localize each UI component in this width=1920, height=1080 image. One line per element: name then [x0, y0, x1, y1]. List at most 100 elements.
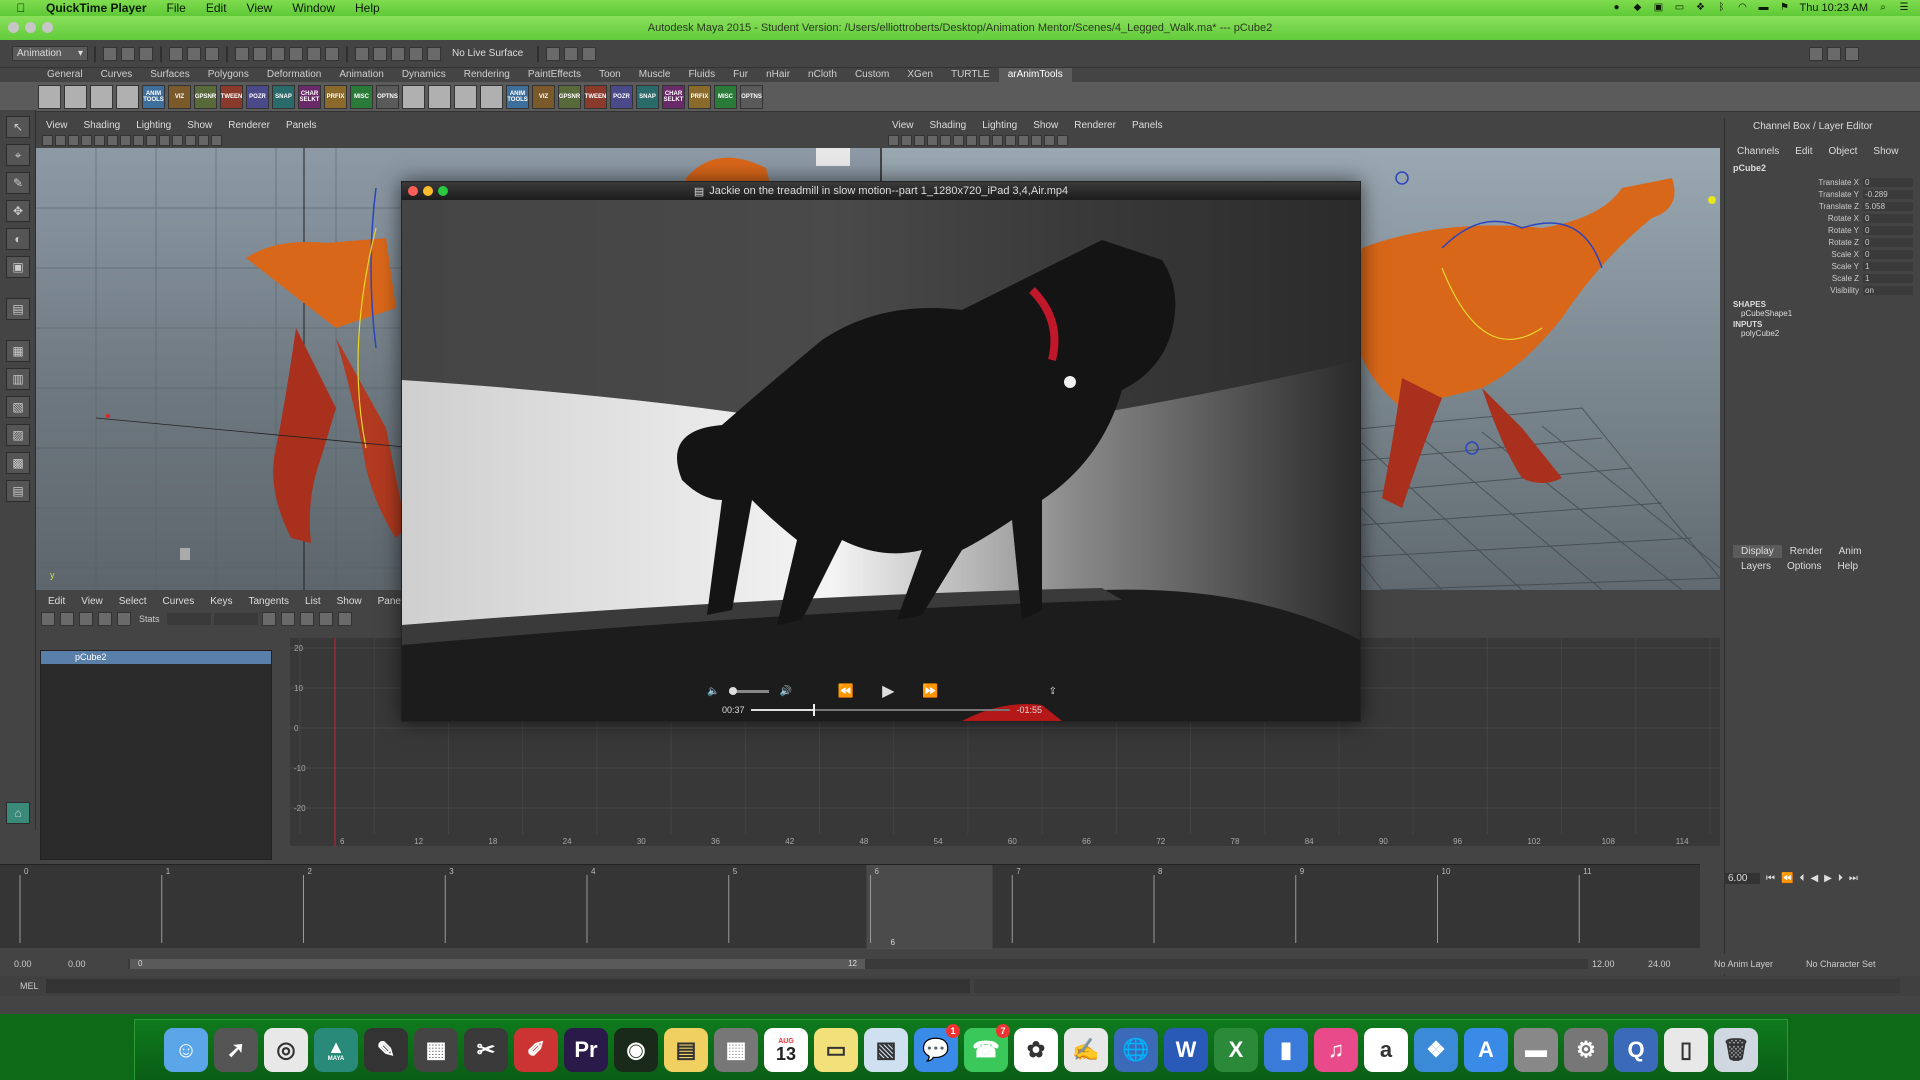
viewport-menu-show[interactable]: Show: [179, 120, 220, 132]
layout-outliner-icon[interactable]: ▨: [6, 424, 30, 446]
channel-row[interactable]: Visibility on: [1725, 284, 1920, 296]
layer-menu-help[interactable]: Help: [1829, 560, 1866, 573]
shelf-button-tween[interactable]: TWEEN: [220, 84, 243, 109]
live-surface-label[interactable]: No Live Surface: [452, 48, 523, 59]
channel-menu-show[interactable]: Show: [1865, 146, 1906, 160]
shelf-tab-toon[interactable]: Toon: [590, 68, 630, 82]
input-node[interactable]: polyCube2: [1725, 329, 1920, 338]
frame-all-icon[interactable]: [261, 612, 276, 626]
shelf-button-snap[interactable]: SNAP: [636, 84, 659, 109]
shelf-tool-icon[interactable]: [64, 84, 87, 109]
shelf-button-misc[interactable]: MISC: [714, 84, 737, 109]
shelf-tab-dynamics[interactable]: Dynamics: [393, 68, 455, 82]
tool-settings-icon[interactable]: [582, 46, 597, 61]
dock-stickies-icon[interactable]: ▭: [814, 1028, 858, 1072]
shelf-button-anim-tools[interactable]: ANIM TOOLS: [506, 84, 529, 109]
wireframe-icon[interactable]: [966, 134, 977, 146]
dock-chrome-icon[interactable]: ◎: [264, 1028, 308, 1072]
viewport-menu-renderer[interactable]: Renderer: [1066, 120, 1124, 132]
film-gate-icon[interactable]: [940, 134, 951, 146]
layout-single-icon[interactable]: ▤: [6, 298, 30, 320]
play-button[interactable]: ▶: [882, 681, 894, 701]
rewind-button[interactable]: ⏪: [838, 683, 854, 699]
go-end-icon[interactable]: ⏭: [1849, 873, 1858, 884]
move-key-icon[interactable]: [41, 612, 55, 626]
textured-icon[interactable]: [992, 134, 1003, 146]
shelf-tab-aranimtools[interactable]: arAnimTools: [998, 68, 1072, 82]
menu-file[interactable]: File: [157, 1, 196, 15]
shelf-tab-fur[interactable]: Fur: [724, 68, 757, 82]
dock-preview-icon[interactable]: ▧: [864, 1028, 908, 1072]
close-button[interactable]: [408, 186, 418, 196]
end-time[interactable]: 24.00: [1648, 959, 1671, 969]
lattice-icon[interactable]: [79, 612, 93, 626]
render-icon[interactable]: [373, 46, 387, 61]
dock-camera-icon[interactable]: ◉: [614, 1028, 658, 1072]
film-gate-icon[interactable]: [94, 134, 105, 146]
viewport-menu-shading[interactable]: Shading: [922, 120, 975, 132]
shelf-button-snap[interactable]: SNAP: [272, 84, 295, 109]
menu-edit[interactable]: Edit: [196, 1, 237, 15]
time-slider[interactable]: 0 1 2 3 4 5 6 7 8 9 10 11 6: [0, 864, 1700, 949]
layer-tab-anim[interactable]: Anim: [1831, 545, 1870, 558]
channel-row[interactable]: Rotate X 0: [1725, 212, 1920, 224]
channel-row[interactable]: Translate X 0: [1725, 176, 1920, 188]
viewport-menu-show[interactable]: Show: [1025, 120, 1066, 132]
dock-excel-icon[interactable]: X: [1214, 1028, 1258, 1072]
channel-value[interactable]: 5.058: [1863, 201, 1913, 211]
input-line-icon[interactable]: [546, 46, 561, 61]
minimize-button[interactable]: [25, 22, 36, 33]
dock-dropbox-icon[interactable]: ❖: [1414, 1028, 1458, 1072]
shelf-button-misc[interactable]: MISC: [350, 84, 373, 109]
select-component-icon[interactable]: [205, 46, 219, 61]
viewport-menu-panels[interactable]: Panels: [1124, 120, 1171, 132]
screen-icon[interactable]: ▣: [1653, 3, 1665, 13]
dock-maya-icon[interactable]: ▲ MAYA: [314, 1028, 358, 1072]
viewport-menu-view[interactable]: View: [38, 120, 76, 132]
apple-menu-icon[interactable]: : [14, 1, 28, 15]
graph-menu-show[interactable]: Show: [329, 596, 370, 608]
menu-window[interactable]: Window: [282, 1, 345, 15]
shelf-tab-painteffects[interactable]: PaintEffects: [519, 68, 590, 82]
graph-menu-keys[interactable]: Keys: [202, 596, 240, 608]
dropbox-status-icon[interactable]: ❖: [1695, 3, 1707, 13]
textured-icon[interactable]: [146, 134, 157, 146]
channel-value[interactable]: 1: [1863, 273, 1913, 283]
rotate-tool-icon[interactable]: ◐: [6, 228, 30, 250]
layout-script-icon[interactable]: ▩: [6, 452, 30, 474]
layer-menu-layers[interactable]: Layers: [1733, 560, 1779, 573]
shelf-tab-custom[interactable]: Custom: [846, 68, 898, 82]
snap-point-icon[interactable]: [271, 46, 285, 61]
camera-icon[interactable]: [42, 134, 53, 146]
start-time[interactable]: 0.00: [0, 959, 64, 969]
channel-value[interactable]: 0: [1863, 225, 1913, 235]
shelf-tab-fluids[interactable]: Fluids: [679, 68, 724, 82]
shelf-tool-icon[interactable]: [402, 84, 425, 109]
move-tool-icon[interactable]: ✥: [6, 200, 30, 222]
dock-amazon-icon[interactable]: a: [1364, 1028, 1408, 1072]
shelf-tab-surfaces[interactable]: Surfaces: [141, 68, 198, 82]
linear-tangent-icon[interactable]: [337, 612, 352, 626]
shelf-button-gpsnr[interactable]: GPSNR: [558, 84, 581, 109]
shadows-icon[interactable]: [172, 134, 183, 146]
shelf-button-gpsnr[interactable]: GPSNR: [194, 84, 217, 109]
channel-menu-channels[interactable]: Channels: [1729, 146, 1787, 160]
outliner-item-pcube2[interactable]: pCube2: [41, 651, 271, 664]
insert-key-icon[interactable]: [60, 612, 74, 626]
channel-row[interactable]: Scale Y 1: [1725, 260, 1920, 272]
mode-dropdown[interactable]: Animation ▾: [12, 46, 88, 61]
menu-help[interactable]: Help: [345, 1, 390, 15]
new-scene-icon[interactable]: [103, 46, 117, 61]
playback-end[interactable]: 12.00: [1592, 959, 1615, 969]
isolate-icon[interactable]: [1031, 134, 1042, 146]
panel-toggle-icon[interactable]: [1827, 46, 1842, 61]
wireframe-icon[interactable]: [120, 134, 131, 146]
close-button[interactable]: [8, 22, 19, 33]
dock-pencil-icon[interactable]: ✐: [514, 1028, 558, 1072]
shelf-button-viz[interactable]: VIZ: [168, 84, 191, 109]
channel-value[interactable]: 1: [1863, 261, 1913, 271]
center-current-icon[interactable]: [299, 612, 314, 626]
wifi-icon[interactable]: ◠: [1737, 3, 1749, 13]
share-icon[interactable]: ⇪: [1049, 686, 1057, 697]
play-back-icon[interactable]: ◀: [1810, 873, 1818, 884]
